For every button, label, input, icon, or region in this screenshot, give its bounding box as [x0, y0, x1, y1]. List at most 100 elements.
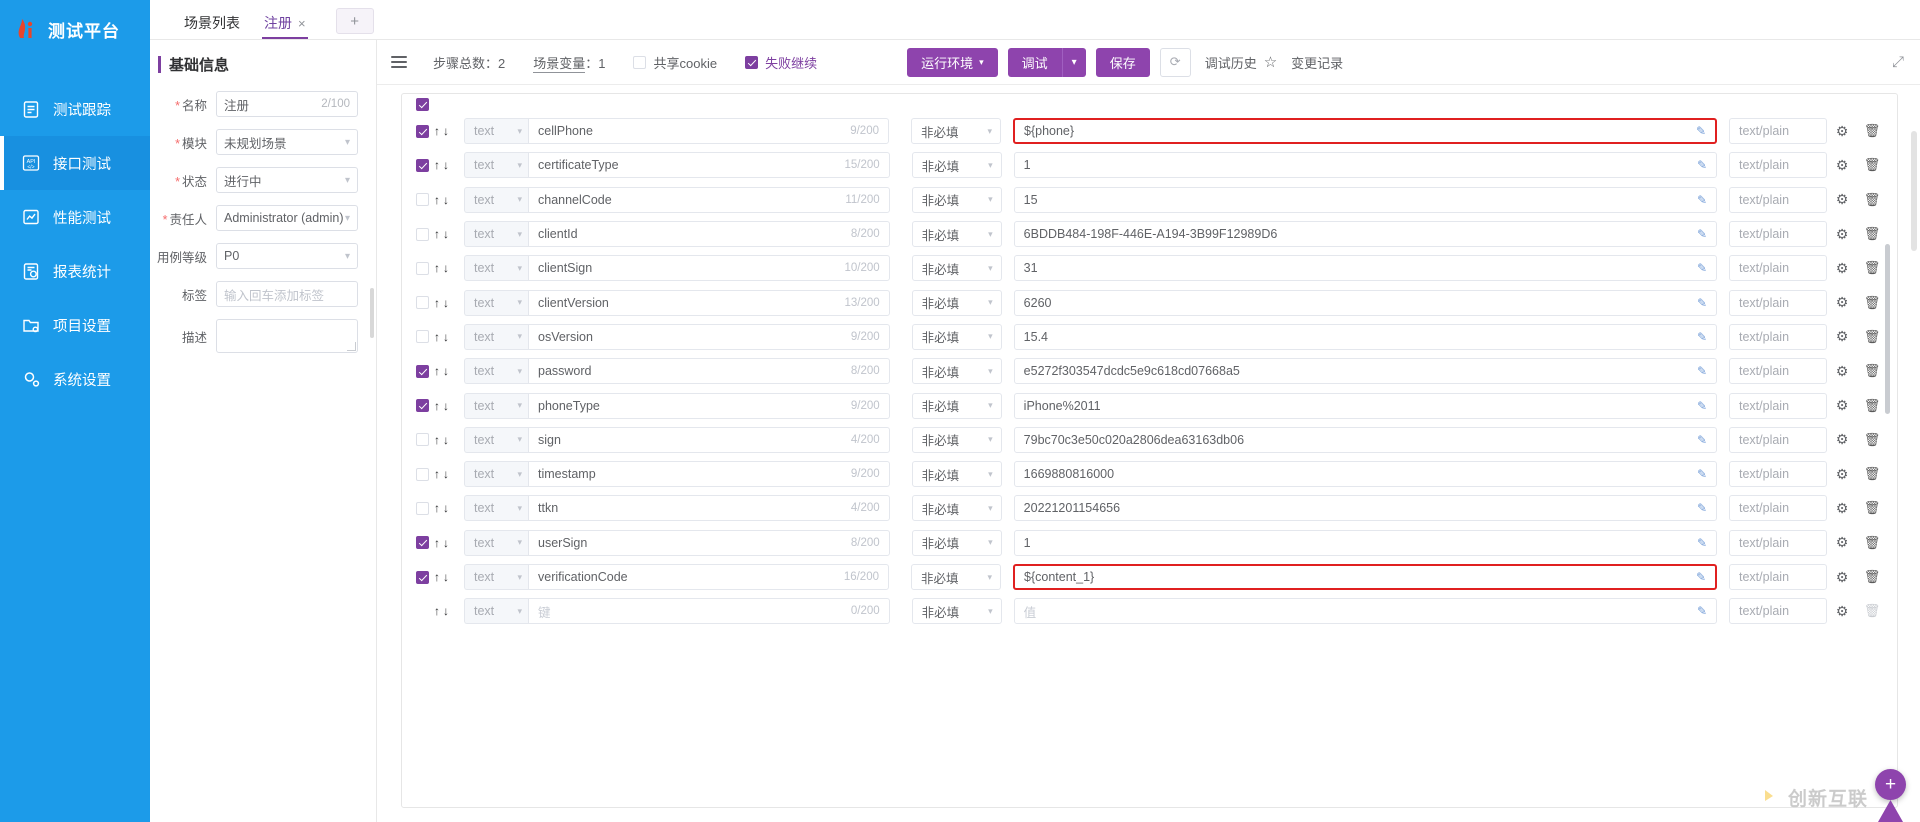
trash-icon[interactable]: 🗑: [1857, 192, 1887, 208]
row-type-select[interactable]: text ▾: [464, 186, 528, 213]
arrow-up-icon[interactable]: ↑: [434, 261, 440, 275]
add-tab-button[interactable]: +: [335, 8, 374, 34]
fail-continue-checkbox[interactable]: 失败继续: [745, 53, 817, 72]
arrow-down-icon[interactable]: ↓: [443, 399, 449, 413]
trash-icon[interactable]: 🗑: [1857, 603, 1887, 619]
row-required-select[interactable]: 非必填 ▾: [911, 529, 1002, 556]
pencil-icon[interactable]: ✎: [1689, 433, 1707, 447]
row-checkbox[interactable]: [410, 536, 434, 550]
row-key-input[interactable]: channelCode 11/200: [528, 186, 890, 213]
sidebar-item-系统设置[interactable]: 系统设置: [0, 352, 150, 406]
tab-场景列表[interactable]: 场景列表: [172, 16, 252, 39]
row-value-input[interactable]: e5272f303547dcdc5e9c618cd07668a5 ✎: [1013, 358, 1717, 385]
row-value-input[interactable]: 6BDDB484-198F-446E-A194-3B99F12989D6 ✎: [1013, 221, 1717, 248]
pencil-icon[interactable]: ✎: [1689, 536, 1707, 550]
arrow-down-icon[interactable]: ↓: [443, 467, 449, 481]
row-value-input[interactable]: iPhone%2011 ✎: [1013, 392, 1717, 419]
row-value-input[interactable]: 31 ✎: [1013, 255, 1717, 282]
save-button[interactable]: 保存: [1095, 47, 1150, 77]
row-type-select[interactable]: text ▾: [464, 426, 528, 453]
gear-icon[interactable]: ⚙: [1827, 294, 1857, 311]
pencil-icon[interactable]: ✎: [1689, 193, 1707, 207]
trash-icon[interactable]: 🗑: [1857, 295, 1887, 311]
gear-icon[interactable]: ⚙: [1827, 260, 1857, 277]
row-reorder-controls[interactable]: ↑ ↓: [434, 570, 464, 584]
pencil-icon[interactable]: ✎: [1689, 604, 1707, 618]
star-icon[interactable]: ☆: [1264, 53, 1277, 71]
row-required-select[interactable]: 非必填 ▾: [911, 289, 1002, 316]
pencil-icon[interactable]: ✎: [1689, 467, 1707, 481]
row-mime-input[interactable]: text/plain: [1729, 358, 1827, 385]
gear-icon[interactable]: ⚙: [1827, 226, 1857, 243]
row-key-input[interactable]: timestamp 9/200: [528, 461, 890, 488]
sidebar-item-接口测试[interactable]: API </> 接口测试: [0, 136, 150, 190]
arrow-up-icon[interactable]: ↑: [434, 501, 440, 515]
row-mime-input[interactable]: text/plain: [1729, 118, 1827, 145]
trash-icon[interactable]: 🗑: [1857, 329, 1887, 345]
row-reorder-controls[interactable]: ↑ ↓: [434, 604, 464, 618]
checkbox-box[interactable]: [415, 296, 429, 310]
row-required-select[interactable]: 非必填 ▾: [911, 358, 1002, 385]
refresh-icon[interactable]: ⟳: [1159, 47, 1191, 77]
row-mime-input[interactable]: text/plain: [1729, 426, 1827, 453]
name-input[interactable]: 注册 2/100: [216, 91, 358, 117]
gear-icon[interactable]: ⚙: [1827, 157, 1857, 174]
row-key-input[interactable]: osVersion 9/200: [528, 323, 890, 350]
row-reorder-controls[interactable]: ↑ ↓: [434, 536, 464, 550]
row-value-input[interactable]: ${content_1} ✎: [1013, 564, 1717, 590]
arrow-up-icon[interactable]: ↑: [434, 467, 440, 481]
add-step-fab[interactable]: +: [1875, 769, 1906, 800]
trash-icon[interactable]: 🗑: [1857, 569, 1887, 585]
row-type-select[interactable]: text ▾: [464, 529, 528, 556]
row-value-input[interactable]: 15.4 ✎: [1013, 323, 1717, 350]
row-value-input[interactable]: 1669880816000 ✎: [1013, 461, 1717, 488]
arrow-up-icon[interactable]: ↑: [434, 158, 440, 172]
arrow-down-icon[interactable]: ↓: [443, 261, 449, 275]
table-scrollbar[interactable]: [1885, 244, 1890, 414]
row-checkbox[interactable]: [410, 193, 434, 207]
expand-icon[interactable]: ⤢: [1892, 54, 1904, 71]
arrow-up-icon[interactable]: ↑: [434, 364, 440, 378]
row-checkbox[interactable]: [410, 227, 434, 241]
row-value-input[interactable]: ${phone} ✎: [1013, 118, 1717, 145]
trash-icon[interactable]: 🗑: [1857, 398, 1887, 414]
row-mime-input[interactable]: text/plain: [1729, 255, 1827, 282]
row-checkbox[interactable]: [410, 296, 434, 310]
arrow-up-icon[interactable]: ↑: [434, 227, 440, 241]
close-icon[interactable]: ×: [298, 17, 306, 30]
row-key-input[interactable]: clientVersion 13/200: [528, 289, 890, 316]
row-mime-input[interactable]: text/plain: [1729, 289, 1827, 316]
row-required-select[interactable]: 非必填 ▾: [911, 255, 1002, 282]
row-key-input[interactable]: phoneType 9/200: [528, 392, 890, 419]
trash-icon[interactable]: 🗑: [1857, 500, 1887, 516]
row-mime-input[interactable]: text/plain: [1729, 152, 1827, 179]
debug-history-link[interactable]: 调试历史: [1205, 53, 1257, 72]
debug-dropdown-button[interactable]: ▾: [1061, 47, 1086, 77]
arrow-down-icon[interactable]: ↓: [443, 296, 449, 310]
checkbox-box[interactable]: [415, 330, 429, 344]
change-log-link[interactable]: 变更记录: [1291, 53, 1343, 72]
row-required-select[interactable]: 非必填 ▾: [911, 152, 1002, 179]
row-reorder-controls[interactable]: ↑ ↓: [434, 364, 464, 378]
debug-button[interactable]: 调试: [1007, 47, 1062, 77]
checkbox-box[interactable]: [745, 55, 759, 69]
checkbox-box[interactable]: [633, 55, 647, 69]
row-checkbox[interactable]: [410, 330, 434, 344]
row-mime-input[interactable]: text/plain: [1729, 392, 1827, 419]
pencil-icon[interactable]: ✎: [1689, 399, 1707, 413]
trash-icon[interactable]: 🗑: [1857, 363, 1887, 379]
row-mime-input[interactable]: text/plain: [1729, 221, 1827, 248]
row-value-input[interactable]: 6260 ✎: [1013, 289, 1717, 316]
gear-icon[interactable]: ⚙: [1827, 123, 1857, 140]
row-mime-input[interactable]: text/plain: [1729, 323, 1827, 350]
scene-variable-link[interactable]: 场景变量: [533, 55, 586, 73]
row-checkbox[interactable]: [410, 467, 434, 481]
row-key-input[interactable]: 键 0/200: [528, 598, 890, 625]
row-required-select[interactable]: 非必填 ▾: [911, 221, 1002, 248]
sidebar-item-性能测试[interactable]: 性能测试: [0, 190, 150, 244]
checkbox-box[interactable]: [415, 193, 429, 207]
scene-variable-label[interactable]: 场景变量：1: [533, 53, 605, 73]
pencil-icon[interactable]: ✎: [1689, 296, 1707, 310]
checkbox-box[interactable]: [415, 433, 429, 447]
row-type-select[interactable]: text ▾: [464, 323, 528, 350]
